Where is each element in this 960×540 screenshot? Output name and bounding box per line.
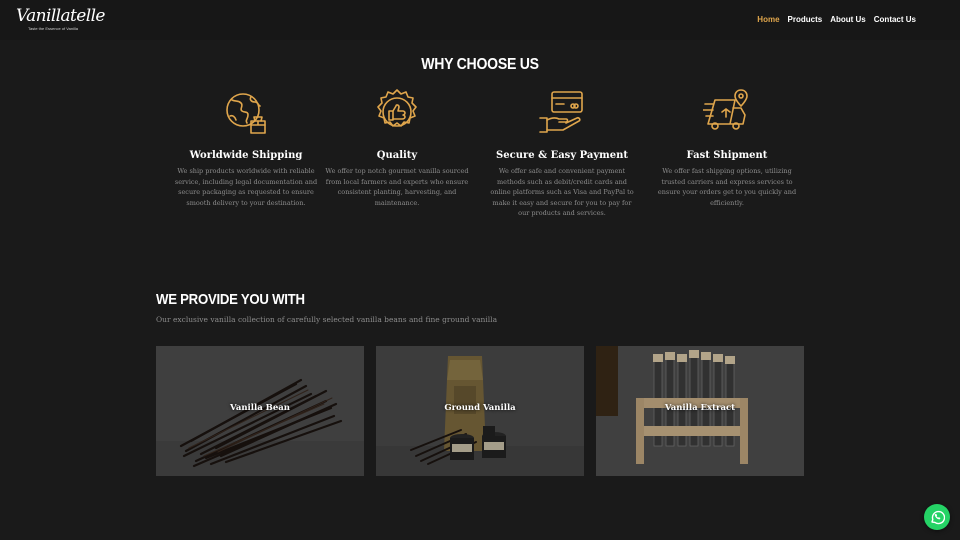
brand-logo[interactable]: Vanillatelle Taste the Essence of Vanill… — [16, 6, 105, 32]
card-label: Vanilla Bean — [230, 403, 290, 413]
nav-about-us[interactable]: About Us — [830, 15, 866, 24]
why-choose-us-heading: WHY CHOOSE US — [421, 56, 539, 73]
nav-products[interactable]: Products — [788, 15, 823, 24]
feature-secure-easy-payment: Secure & Easy Payment We offer safe and … — [487, 88, 637, 219]
feature-fast-shipment: Fast Shipment We offer fast shipping opt… — [652, 88, 802, 208]
feature-text: We offer fast shipping options, utilizin… — [657, 167, 797, 207]
nav-contact-us[interactable]: Contact Us — [874, 15, 916, 24]
card-label: Ground Vanilla — [444, 403, 516, 413]
product-card-vanilla-extract[interactable]: Vanilla Extract — [596, 346, 804, 476]
whatsapp-button[interactable] — [924, 504, 950, 530]
feature-title: Worldwide Shipping — [189, 150, 303, 161]
product-card-vanilla-bean[interactable]: Vanilla Bean — [156, 346, 364, 476]
main-nav: Home Products About Us Contact Us — [757, 15, 916, 24]
quality-badge-icon — [377, 89, 417, 127]
product-card-ground-vanilla[interactable]: Ground Vanilla — [376, 346, 584, 476]
feature-text: We ship products worldwide with reliable… — [174, 167, 318, 207]
navbar: Vanillatelle Taste the Essence of Vanill… — [0, 0, 960, 40]
feature-quality: Quality We offer top notch gourmet vanil… — [322, 88, 472, 208]
feature-text: We offer top notch gourmet vanilla sourc… — [325, 167, 469, 207]
feature-worldwide-shipping: Worldwide Shipping We ship products worl… — [171, 88, 321, 208]
feature-title: Quality — [376, 150, 418, 161]
feature-title: Fast Shipment — [686, 150, 768, 161]
feature-title: Secure & Easy Payment — [496, 150, 628, 161]
globe-package-icon — [226, 93, 266, 134]
card-label: Vanilla Extract — [664, 403, 736, 413]
card-hand-icon — [539, 91, 583, 133]
whatsapp-icon — [931, 510, 945, 525]
provide-subtitle: Our exclusive vanilla collection of care… — [156, 315, 498, 324]
provide-heading: WE PROVIDE YOU WITH — [156, 291, 305, 308]
brand-name: Vanillatelle — [16, 6, 105, 26]
nav-home[interactable]: Home — [757, 15, 779, 24]
delivery-truck-icon — [703, 89, 748, 130]
brand-tagline: Taste the Essence of Vanilla — [28, 26, 78, 31]
feature-text: We offer safe and convenient payment met… — [490, 167, 634, 217]
